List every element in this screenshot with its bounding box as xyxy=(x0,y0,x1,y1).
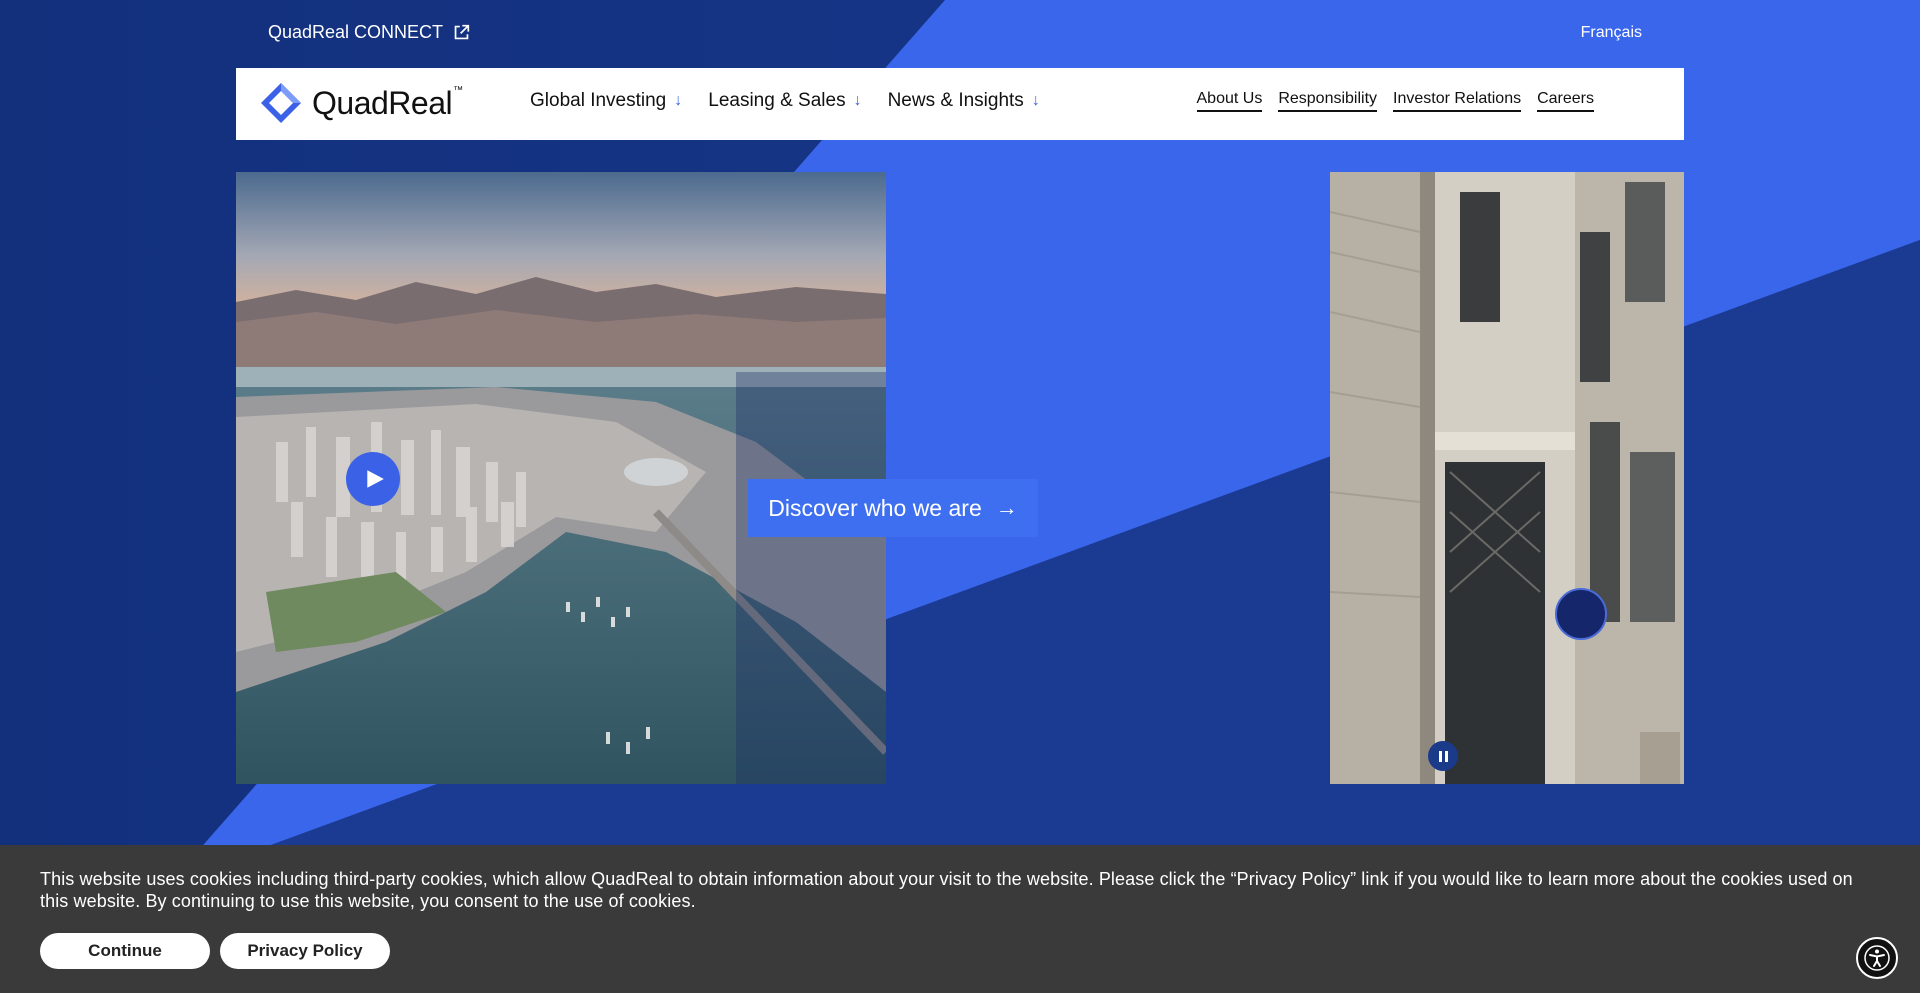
accessibility-icon xyxy=(1864,945,1890,971)
nav-global-investing[interactable]: Global Investing ↓ xyxy=(530,90,682,112)
building-facade-illustration xyxy=(1330,172,1684,784)
arrow-right-icon: → xyxy=(995,495,1018,520)
cookie-message: This website uses cookies including thir… xyxy=(40,869,1853,911)
arrow-down-icon: ↓ xyxy=(1031,92,1040,109)
pause-slideshow-button[interactable] xyxy=(1428,741,1458,771)
cta-label: Discover who we are xyxy=(768,494,982,521)
hero-city-aerial-image xyxy=(236,172,886,784)
cookie-continue-button[interactable]: Continue xyxy=(40,933,210,969)
cookie-banner: This website uses cookies including thir… xyxy=(0,845,1920,993)
nav-investor-relations[interactable]: Investor Relations xyxy=(1393,90,1522,112)
quadreal-connect-link[interactable]: QuadReal CONNECT xyxy=(268,22,470,43)
logo-wordmark: QuadReal™ xyxy=(312,84,463,121)
utility-bar: QuadReal CONNECT Français xyxy=(236,0,1684,66)
privacy-policy-button[interactable]: Privacy Policy xyxy=(220,933,390,969)
quadreal-logo[interactable]: QuadReal™ xyxy=(260,82,463,124)
secondary-nav: About Us Responsibility Investor Relatio… xyxy=(1196,90,1594,112)
nav-careers[interactable]: Careers xyxy=(1537,90,1594,112)
arrow-down-icon: ↓ xyxy=(853,92,862,109)
cursor-overlay xyxy=(1555,588,1607,640)
nav-about-us[interactable]: About Us xyxy=(1196,90,1263,112)
hero-building-facade-image xyxy=(1330,172,1684,784)
discover-who-we-are-button[interactable]: Discover who we are → xyxy=(748,479,1038,537)
nav-news-insights[interactable]: News & Insights ↓ xyxy=(888,90,1040,112)
external-link-icon xyxy=(454,24,470,40)
connect-label: QuadReal CONNECT xyxy=(268,22,444,42)
cookie-actions: Continue Privacy Policy xyxy=(40,933,390,969)
accessibility-button[interactable] xyxy=(1856,937,1898,979)
primary-nav: Global Investing ↓ Leasing & Sales ↓ New… xyxy=(530,90,1040,112)
quadreal-logo-icon xyxy=(261,83,301,123)
main-navigation: QuadReal™ Global Investing ↓ Leasing & S… xyxy=(236,68,1684,140)
pause-icon xyxy=(1438,750,1442,762)
city-aerial-illustration xyxy=(236,172,886,784)
play-icon xyxy=(367,470,384,488)
nav-responsibility[interactable]: Responsibility xyxy=(1278,90,1378,112)
nav-leasing-sales[interactable]: Leasing & Sales ↓ xyxy=(708,90,861,112)
language-toggle-link[interactable]: Français xyxy=(1581,24,1642,42)
arrow-down-icon: ↓ xyxy=(674,92,683,109)
play-video-button[interactable] xyxy=(346,452,400,506)
